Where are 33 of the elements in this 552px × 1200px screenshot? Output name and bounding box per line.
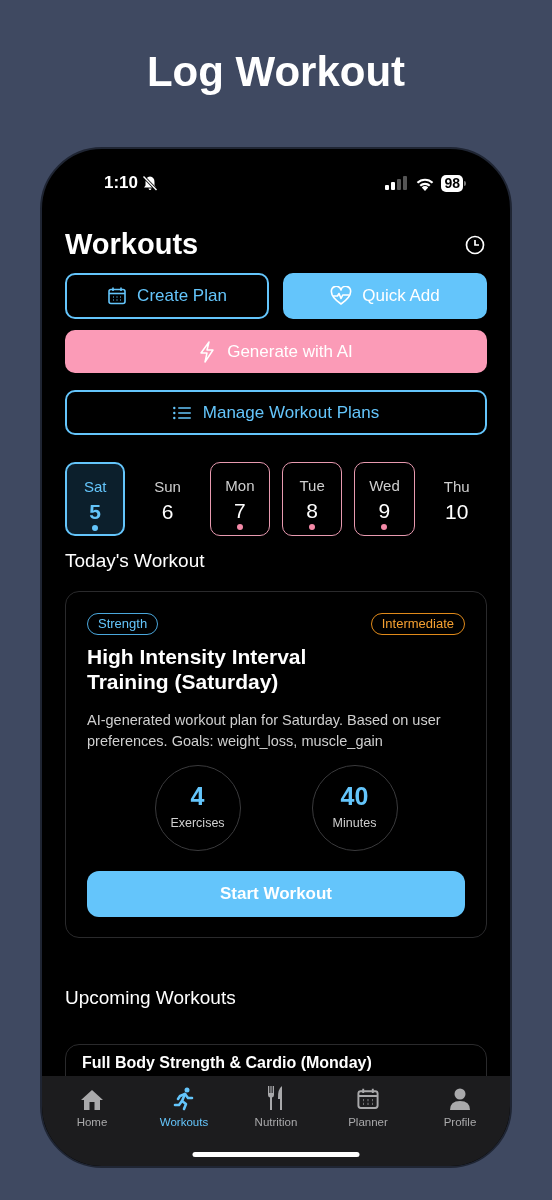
workout-title: High Intensity Interval Training (Saturday) [87,643,308,694]
calendar-icon [107,286,128,306]
heart-pulse-icon [330,286,353,306]
day-chip[interactable]: Mon 7 [209,462,271,536]
tab-item[interactable]: Profile [420,1085,500,1132]
section-heading: Today's Workout [65,549,206,573]
day-chip[interactable]: Tue 8 [282,462,343,536]
create-plan-button[interactable]: Create Plan [65,273,269,319]
day-chip[interactable]: Thu 10 [426,462,487,536]
upcoming-title: Full Body Strength & Cardio (Monday) [82,1053,372,1071]
workout-description: AI-generated workout plan for Saturday. Based on user preferences. Goals: weight_loss, muscle_gain [87,710,442,751]
list-icon [172,405,191,420]
screen-title: Workouts [65,227,199,263]
history-clock-icon[interactable] [465,235,485,255]
tab-item[interactable]: Nutrition [236,1085,316,1132]
tab-item[interactable]: Planner [328,1085,408,1132]
manage-plans-button[interactable]: Manage Workout Plans [65,390,487,435]
status-time: 1:10 [104,172,139,195]
lightning-icon [199,340,216,363]
page-title: Log Workout [146,47,406,97]
section-heading: Upcoming Workouts [65,985,237,1010]
tab-item[interactable]: Workouts [144,1085,224,1132]
muted-bell-icon [142,175,159,191]
tab-item[interactable]: Home [52,1085,132,1132]
day-chip[interactable]: Sat 5 [65,462,126,536]
running-figure-icon [173,1087,195,1111]
battery-indicator: 98 [441,174,466,192]
home-icon [80,1089,104,1111]
day-chip[interactable]: Wed 9 [354,462,415,536]
signal-icon [385,176,410,190]
person-icon [448,1087,472,1111]
day-chip[interactable]: Sun 6 [137,462,198,536]
calendar-icon [356,1087,380,1111]
